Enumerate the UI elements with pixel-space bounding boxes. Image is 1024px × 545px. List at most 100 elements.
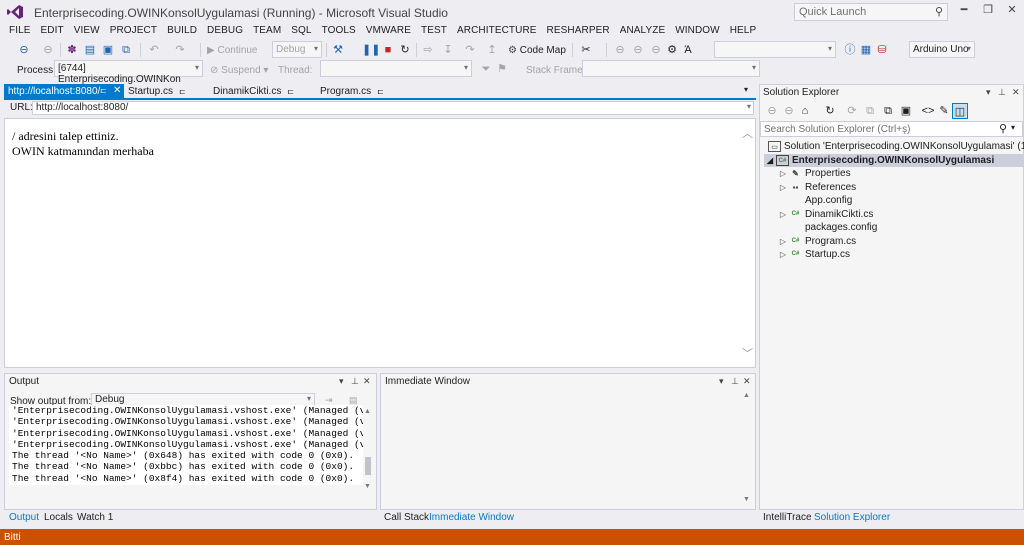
tab-startup[interactable]: Startup.cs ⊏ — [124, 84, 214, 99]
find-combo[interactable]: ▾ — [714, 41, 836, 58]
expand-icon[interactable]: ▷ — [777, 250, 789, 259]
stack-frame-select[interactable]: ▾ — [582, 60, 760, 77]
quick-launch-input[interactable]: Quick Launch ⚲ — [794, 3, 948, 21]
tab-localhost[interactable]: http://localhost:8080/ ⊏ ✕ — [4, 84, 124, 99]
tree-project[interactable]: ◢ C# Enterprisecoding.OWINKonsolUygulama… — [764, 154, 1023, 167]
panel-menu-icon[interactable]: ▾ — [719, 376, 724, 387]
tree-item-packages-config[interactable]: packages.config — [777, 221, 877, 234]
search-options-icon[interactable]: ▾ — [1011, 123, 1015, 132]
panel-close-icon[interactable]: ✕ — [743, 376, 751, 387]
immediate-input[interactable] — [384, 390, 739, 508]
tab-dropdown-icon[interactable]: ▾ — [744, 85, 748, 94]
bookmark-clear-icon[interactable]: ⊖ — [648, 42, 664, 58]
expand-icon[interactable]: ▷ — [777, 183, 789, 192]
scroll-up-icon[interactable]: ︿ — [742, 125, 753, 141]
expand-icon[interactable]: ▷ — [777, 237, 789, 246]
step-into-icon[interactable]: ↧ — [440, 42, 456, 58]
tab-call-stack[interactable]: Call Stack — [384, 512, 429, 523]
tab-locals[interactable]: Locals — [44, 512, 73, 523]
tree-item-startup-cs[interactable]: ▷ C# Startup.cs — [777, 248, 850, 261]
panel-close-icon[interactable]: ✕ — [363, 376, 371, 387]
show-all-icon[interactable]: ▣ — [898, 103, 914, 119]
sync-icon[interactable]: ↻ — [822, 103, 838, 119]
panel-menu-icon[interactable]: ▾ — [339, 376, 344, 387]
restart-icon[interactable]: ↻ — [397, 42, 413, 58]
url-input[interactable]: http://localhost:8080/▾ — [32, 101, 754, 115]
menu-file[interactable]: FILE — [4, 24, 36, 40]
scroll-down-icon[interactable]: ▼ — [743, 496, 750, 503]
text-format-icon[interactable]: Ά — [680, 42, 696, 58]
tab-output[interactable]: Output — [9, 512, 39, 523]
solution-config-select[interactable]: Debug ▾ — [272, 41, 322, 58]
database-icon[interactable]: ⛁ — [874, 42, 890, 58]
scroll-down-icon[interactable]: ▼ — [364, 483, 371, 490]
tab-intellitrace[interactable]: IntelliTrace — [763, 512, 812, 523]
home-icon[interactable]: ⌂ — [797, 103, 813, 119]
board-select[interactable]: Arduino Uno ▾ — [909, 41, 975, 58]
menu-window[interactable]: WINDOW — [670, 24, 724, 40]
attach-icon[interactable]: ⚙ — [664, 42, 680, 58]
tab-program[interactable]: Program.cs ⊏ — [316, 84, 406, 99]
tree-item-dinamikcikti-cs[interactable]: ▷ C# DinamikCikti.cs — [777, 208, 873, 221]
scroll-thumb[interactable] — [365, 457, 371, 475]
tree-item-app-config[interactable]: App.config — [777, 194, 852, 207]
menu-team[interactable]: TEAM — [248, 24, 286, 40]
tab-immediate-window[interactable]: Immediate Window — [429, 512, 514, 523]
menu-build[interactable]: BUILD — [162, 24, 202, 40]
step-over-icon[interactable]: ↷ — [462, 42, 478, 58]
forward-icon[interactable]: ⊖ — [40, 42, 56, 58]
scroll-down-icon[interactable]: ﹀ — [742, 345, 753, 361]
expand-icon[interactable]: ▷ — [777, 169, 789, 178]
close-icon[interactable]: ✕ — [1002, 3, 1022, 19]
forward-icon[interactable]: ⊖ — [781, 103, 797, 119]
output-text[interactable]: 'Enterprisecoding.OWINKonsolUygulamasi.v… — [9, 405, 363, 485]
flag-icon[interactable]: ⚑ — [494, 61, 510, 77]
browser-scrollbar[interactable]: ︿ ﹀ — [740, 119, 755, 367]
code-icon[interactable]: <> — [920, 103, 936, 119]
panel-pin-icon[interactable]: ⊥ — [998, 87, 1006, 98]
output-scrollbar[interactable]: ▲ ▼ — [363, 405, 373, 491]
menu-view[interactable]: VIEW — [69, 24, 105, 40]
close-tab-icon[interactable]: ✕ — [113, 85, 121, 96]
menu-architecture[interactable]: ARCHITECTURE — [452, 24, 542, 40]
tree-item-properties[interactable]: ▷ ✎ Properties — [777, 167, 851, 180]
process-select[interactable]: [6744] Enterprisecoding.OWINKon ▾ — [54, 60, 203, 85]
menu-help[interactable]: HELP — [725, 24, 762, 40]
redo-icon[interactable]: ↷ — [172, 42, 188, 58]
bookmark-prev-icon[interactable]: ⊖ — [612, 42, 628, 58]
new-project-icon[interactable]: ✽ — [64, 42, 80, 58]
scroll-up-icon[interactable]: ▲ — [743, 392, 750, 399]
menu-vmware[interactable]: VMWARE — [361, 24, 416, 40]
back-icon[interactable]: ⊖ — [16, 42, 32, 58]
menu-resharper[interactable]: RESHARPER — [542, 24, 615, 40]
back-icon[interactable]: ⊖ — [764, 103, 780, 119]
panel-close-icon[interactable]: ✕ — [1012, 87, 1020, 98]
wrench-icon[interactable]: ✎ — [936, 103, 952, 119]
tab-watch[interactable]: Watch 1 — [77, 512, 113, 523]
solution-explorer-search[interactable]: Search Solution Explorer (Ctrl+ş) ⚲ ▾ — [760, 121, 1023, 137]
menu-sql[interactable]: SQL — [286, 24, 316, 40]
copy-icon[interactable]: ⧉ — [880, 103, 896, 119]
menu-edit[interactable]: EDIT — [36, 24, 69, 40]
menu-test[interactable]: TEST — [416, 24, 452, 40]
tree-item-references[interactable]: ▷ ▪▪ References — [777, 181, 856, 194]
save-icon[interactable]: ▣ — [100, 42, 116, 58]
filter-icon[interactable]: ⏷ — [478, 61, 494, 77]
scroll-up-icon[interactable]: ▲ — [364, 408, 371, 415]
pause-icon[interactable]: ❚❚ — [362, 42, 380, 58]
toolbox-icon[interactable]: ▦ — [858, 42, 874, 58]
save-all-icon[interactable]: ⧉ — [118, 42, 134, 58]
info-icon[interactable]: ⓘ — [842, 42, 858, 58]
pin-icon[interactable]: ⊏ — [100, 86, 107, 95]
open-file-icon[interactable]: ▤ — [82, 42, 98, 58]
restore-icon[interactable]: ❐ — [978, 3, 998, 19]
menu-analyze[interactable]: ANALYZE — [615, 24, 671, 40]
suspend-button[interactable]: ⊘ Suspend ▾ — [210, 62, 268, 78]
panel-pin-icon[interactable]: ⊥ — [731, 376, 739, 387]
expand-icon[interactable]: ▷ — [777, 210, 789, 219]
panel-menu-icon[interactable]: ▾ — [986, 87, 991, 98]
step-out-icon[interactable]: ↥ — [484, 42, 500, 58]
stop-icon[interactable]: ■ — [380, 42, 396, 58]
pin-icon[interactable]: ⊏ — [179, 87, 186, 96]
tree-solution[interactable]: ▭ Solution 'Enterprisecoding.OWINKonsolU… — [768, 140, 1024, 153]
